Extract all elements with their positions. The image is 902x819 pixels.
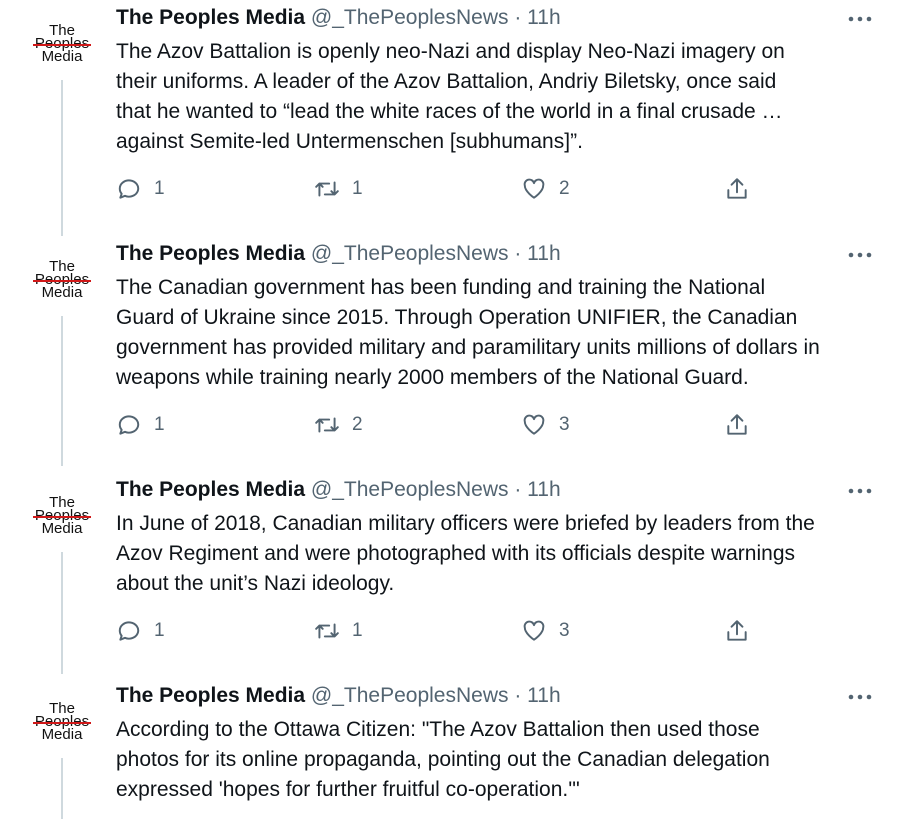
retweet-button[interactable]: 2 [314, 412, 363, 438]
like-count: 3 [559, 414, 570, 435]
retweet-icon [315, 181, 339, 197]
avatar-text-line: Peoples [32, 506, 92, 524]
like-button[interactable]: 2 [521, 176, 570, 202]
reply-button[interactable]: 1 [116, 412, 165, 438]
retweet-button[interactable]: 1 [314, 176, 363, 202]
retweet-count: 2 [352, 414, 363, 435]
tweet[interactable]: The Peoples Media The Peoples Media @_Th… [0, 472, 902, 678]
share-button[interactable] [724, 618, 750, 644]
author-handle[interactable]: @_ThePeoplesNews [311, 684, 509, 707]
like-button[interactable]: 3 [521, 412, 570, 438]
tweet[interactable]: The Peoples Media The Peoples Media @_Th… [0, 678, 902, 819]
heart-icon [523, 414, 545, 435]
reply-icon [118, 415, 140, 435]
more-icon[interactable] [846, 248, 874, 262]
author-handle[interactable]: @_ThePeoplesNews [311, 6, 509, 29]
author-handle[interactable]: @_ThePeoplesNews [311, 242, 509, 265]
retweet-count: 1 [352, 178, 363, 199]
retweet-count: 1 [352, 620, 363, 641]
reply-count: 1 [154, 414, 165, 435]
like-count: 3 [559, 620, 570, 641]
tweet[interactable]: The Peoples Media The Peoples Media @_Th… [0, 236, 902, 472]
tweet-time[interactable]: · 11h [514, 684, 560, 707]
author-name[interactable]: The Peoples Media [116, 478, 305, 501]
tweet-header: The Peoples Media @_ThePeoplesNews · 11h [116, 684, 561, 708]
share-icon [727, 178, 747, 199]
tweet-time[interactable]: · 11h [514, 478, 560, 501]
avatar-text-line: Peoples [32, 34, 92, 52]
heart-icon [523, 620, 545, 641]
author-handle[interactable]: @_ThePeoplesNews [311, 478, 509, 501]
retweet-icon [315, 623, 339, 639]
share-button[interactable] [724, 412, 750, 438]
tweet-time[interactable]: · 11h [514, 242, 560, 265]
tweet-text: The Azov Battalion is openly neo-Nazi an… [116, 40, 785, 153]
avatar[interactable]: The Peoples Media [30, 696, 94, 746]
avatar[interactable]: The Peoples Media [30, 254, 94, 304]
share-icon [727, 620, 747, 641]
reply-count: 1 [154, 178, 165, 199]
thread-connector [61, 80, 63, 236]
tweet-text: The Canadian government has been funding… [116, 276, 820, 389]
tweet-text: According to the Ottawa Citizen: "The Az… [116, 718, 770, 801]
reply-count: 1 [154, 620, 165, 641]
avatar[interactable]: The Peoples Media [30, 18, 94, 68]
reply-button[interactable]: 1 [116, 618, 165, 644]
share-button[interactable] [724, 176, 750, 202]
author-name[interactable]: The Peoples Media [116, 242, 305, 265]
share-icon [727, 414, 747, 435]
tweet[interactable]: The Peoples Media The Peoples Media @_Th… [0, 0, 902, 236]
author-name[interactable]: The Peoples Media [116, 6, 305, 29]
thread-connector [61, 552, 63, 674]
thread-connector [61, 316, 63, 466]
tweet-header: The Peoples Media @_ThePeoplesNews · 11h [116, 242, 561, 266]
heart-icon [523, 178, 545, 199]
tweet-header: The Peoples Media @_ThePeoplesNews · 11h [116, 478, 561, 502]
more-icon[interactable] [846, 484, 874, 498]
thread-connector [61, 758, 63, 819]
like-button[interactable]: 3 [521, 618, 570, 644]
tweet-thread: The Peoples Media The Peoples Media @_Th… [0, 0, 902, 819]
tweet-header: The Peoples Media @_ThePeoplesNews · 11h [116, 6, 561, 30]
author-name[interactable]: The Peoples Media [116, 684, 305, 707]
reply-icon [118, 621, 140, 641]
tweet-text: In June of 2018, Canadian military offic… [116, 512, 815, 595]
tweet-time[interactable]: · 11h [514, 6, 560, 29]
more-icon[interactable] [846, 12, 874, 26]
reply-button[interactable]: 1 [116, 176, 165, 202]
reply-icon [118, 179, 140, 199]
avatar-text-line: Peoples [32, 712, 92, 730]
more-icon[interactable] [846, 690, 874, 704]
retweet-icon [315, 417, 339, 433]
avatar[interactable]: The Peoples Media [30, 490, 94, 540]
like-count: 2 [559, 178, 570, 199]
retweet-button[interactable]: 1 [314, 618, 363, 644]
avatar-text-line: Peoples [32, 270, 92, 288]
